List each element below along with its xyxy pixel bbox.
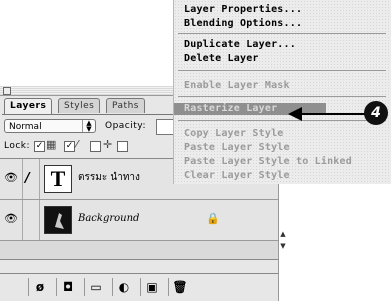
eye-icon[interactable]: 👁 [4,172,20,184]
tab-styles[interactable]: Styles [58,98,101,113]
scroll-up-icon[interactable]: ▲ [278,230,288,239]
tab-paths[interactable]: Paths [106,98,145,113]
menu-item-delete-layer[interactable]: Delete Layer [184,53,259,65]
layer-row-background[interactable]: 👁 Background 🔒 [0,200,278,241]
updown-arrows-icon: ▲ ▼ [82,120,95,133]
blend-mode-select[interactable]: Normal ▲ ▼ [4,119,96,133]
menu-item-paste-layer-style-linked: Paste Layer Style to Linked [184,156,352,167]
lock-all-checkbox[interactable] [117,141,128,152]
figure-silhouette-icon [55,213,64,229]
paintbrush-icon: / [25,171,30,186]
blend-mode-value: Normal [9,122,42,132]
palette-bottom-toolbar: ø ◘ ▭ ◐ ▣ 🗑 [0,273,278,300]
menu-separator [178,70,386,71]
transparency-icon: ▦ [46,138,57,151]
menu-item-paste-layer-style: Paste Layer Style [184,142,290,153]
add-mask-button[interactable]: ◘ [56,278,79,296]
lock-icon: 🔒 [206,212,220,225]
menu-item-copy-layer-style: Copy Layer Style [184,128,284,139]
layer-link-cell[interactable] [22,200,40,240]
menu-separator [178,33,386,34]
close-icon[interactable] [3,87,11,95]
new-set-button[interactable]: ▭ [84,278,107,296]
layer-link-cell[interactable]: / [22,159,40,199]
lock-image-checkbox[interactable]: ✓ [64,141,75,152]
layer-context-menu: Layer Properties... Blending Options... … [173,0,391,184]
adjustment-layer-button[interactable]: ◐ [112,278,135,296]
menu-item-enable-layer-mask: Enable Layer Mask [184,80,290,91]
menu-item-duplicate-layer[interactable]: Duplicate Layer... [184,39,296,51]
menu-item-blending-options[interactable]: Blending Options... [184,18,302,30]
lock-position-checkbox[interactable] [90,141,101,152]
background-layer-thumbnail [44,206,72,234]
eye-icon[interactable]: 👁 [4,213,20,225]
tab-layers[interactable]: Layers [4,98,53,114]
menu-item-clear-layer-style: Clear Layer Style [184,170,290,181]
brush-icon: ⁄ [76,138,78,151]
text-layer-thumbnail: T [44,165,72,193]
menu-separator [178,96,386,97]
layer-name[interactable]: Background [78,213,139,225]
lock-transparency-checkbox[interactable]: ✓ [34,141,45,152]
menu-separator [178,120,386,121]
opacity-label: Opacity: [105,121,146,131]
menu-item-layer-properties[interactable]: Layer Properties... [184,4,302,16]
callout-line [300,113,365,115]
layer-style-button[interactable]: ø [28,278,51,296]
new-layer-button[interactable]: ▣ [140,278,163,296]
scroll-down-icon[interactable]: ▼ [278,242,288,251]
trash-icon[interactable]: 🗑 [168,278,191,296]
step-number-badge: 4 [364,101,388,125]
layer-name[interactable]: ตรรมะ นำทาง [78,172,140,184]
move-icon: ✛ [103,138,113,151]
lock-label: Lock: [4,141,31,151]
